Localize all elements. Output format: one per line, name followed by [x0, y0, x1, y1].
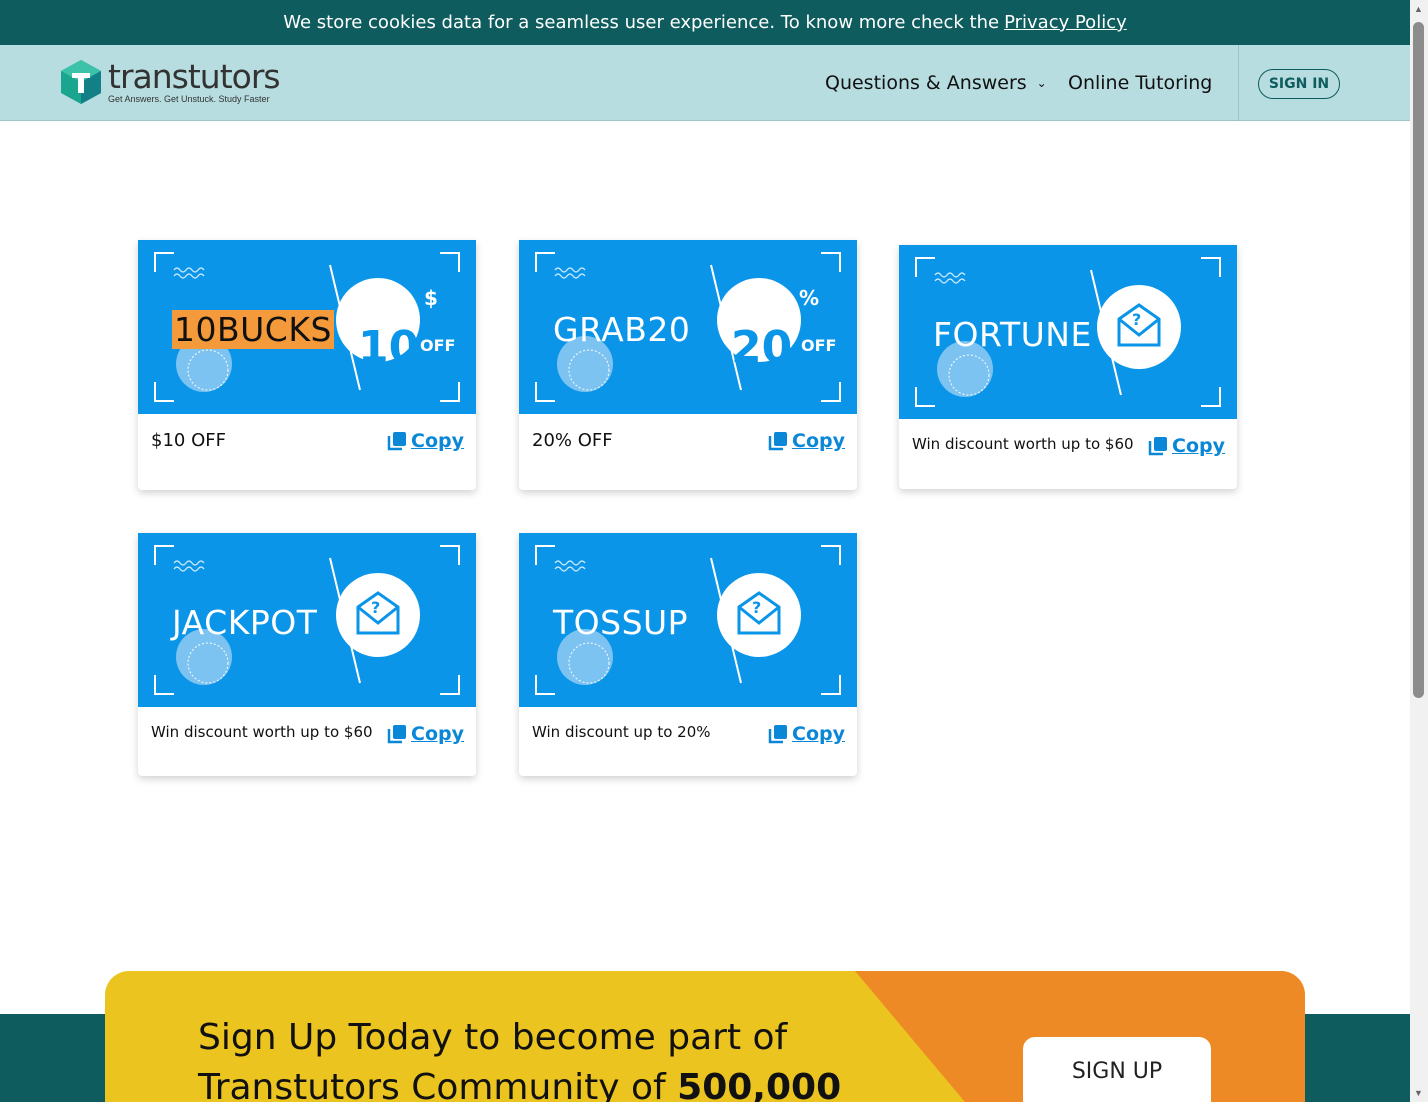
copy-label: Copy [792, 430, 845, 452]
coupon-description: Win discount worth up to $60 [912, 435, 1134, 453]
logo-hexagon-icon [60, 59, 102, 105]
nav-divider [1238, 45, 1239, 121]
coupon-card: 10BUCKS 10 $ OFF $10 OFF Copy [138, 240, 476, 490]
copy-label: Copy [792, 723, 845, 745]
coupon-code: TOSSUP [553, 603, 689, 642]
copy-label: Copy [411, 430, 464, 452]
copy-icon [387, 432, 407, 451]
cookie-banner: We store cookies data for a seamless use… [0, 0, 1410, 45]
chevron-down-icon: ⌄ [1036, 76, 1047, 90]
scroll-up-arrow-icon[interactable]: ▲ [1414, 4, 1423, 14]
nav-tutoring-label: Online Tutoring [1068, 72, 1213, 94]
coupon-code: FORTUNE [933, 315, 1092, 354]
coupon-badge-off: OFF [420, 336, 456, 355]
signup-promo: Sign Up Today to become part of Transtut… [105, 971, 1305, 1102]
coupon-banner: 10BUCKS 10 $ OFF [138, 240, 476, 414]
coupon-card: GRAB20 20 % OFF 20% OFF Copy [519, 240, 857, 490]
copy-button[interactable]: Copy [768, 430, 845, 452]
copy-label: Copy [1172, 435, 1225, 457]
copy-icon [387, 725, 407, 744]
coupon-description: Win discount up to 20% [532, 723, 711, 741]
copy-button[interactable]: Copy [387, 430, 464, 452]
coupon-card: ? FORTUNE Win discount worth up to $60 C… [899, 245, 1237, 489]
nav-questions-answers[interactable]: Questions & Answers ⌄ [825, 45, 1047, 121]
signup-line-2: Transtutors Community of 500,000 [198, 1063, 841, 1102]
coupon-code: 10BUCKS [172, 310, 334, 349]
coupon-banner: ? FORTUNE [899, 245, 1237, 419]
svg-text:?: ? [371, 598, 380, 617]
coupon-description: Win discount worth up to $60 [151, 723, 373, 741]
copy-button[interactable]: Copy [387, 723, 464, 745]
coupon-code: GRAB20 [553, 310, 691, 349]
transtutors-logo[interactable]: transtutors Get Answers. Get Unstuck. St… [60, 56, 281, 107]
privacy-policy-link[interactable]: Privacy Policy [1004, 12, 1127, 33]
coupon-badge-unit: % [799, 286, 820, 310]
copy-button[interactable]: Copy [1148, 435, 1225, 457]
coupon-card: ? JACKPOT Win discount worth up to $60 C… [138, 533, 476, 776]
svg-text:?: ? [1132, 310, 1141, 329]
signup-headline: Sign Up Today to become part of Transtut… [198, 1013, 841, 1102]
coupon-code: JACKPOT [172, 603, 318, 642]
coupon-banner: GRAB20 20 % OFF [519, 240, 857, 414]
sign-up-button[interactable]: SIGN UP [1023, 1037, 1211, 1102]
signup-line-1: Sign Up Today to become part of [198, 1017, 788, 1058]
coupon-banner: ? TOSSUP [519, 533, 857, 707]
coupon-description: $10 OFF [151, 430, 226, 451]
signup-member-count: 500,000 [677, 1067, 842, 1102]
coupon-badge-value: 10 [358, 322, 420, 373]
coupon-banner: ? JACKPOT [138, 533, 476, 707]
copy-icon [768, 432, 788, 451]
nav-qa-label: Questions & Answers [825, 72, 1027, 94]
svg-text:?: ? [752, 598, 761, 617]
copy-button[interactable]: Copy [768, 723, 845, 745]
coupon-badge-value: 20 [731, 322, 793, 373]
scroll-thumb[interactable] [1413, 22, 1424, 698]
coupon-card: ? TOSSUP Win discount up to 20% Copy [519, 533, 857, 776]
coupon-badge-off: OFF [801, 336, 837, 355]
signup-line-2-prefix: Transtutors Community of [198, 1067, 666, 1102]
copy-icon [1148, 437, 1168, 456]
nav-online-tutoring[interactable]: Online Tutoring [1068, 45, 1212, 121]
copy-icon [768, 725, 788, 744]
coupon-description: 20% OFF [532, 430, 613, 451]
copy-label: Copy [411, 723, 464, 745]
sign-in-button[interactable]: SIGN IN [1258, 69, 1340, 99]
logo-tagline: Get Answers. Get Unstuck. Study Faster [108, 93, 270, 104]
coupon-badge-unit: $ [424, 286, 438, 310]
cookie-message: We store cookies data for a seamless use… [283, 12, 1000, 33]
scroll-down-arrow-icon[interactable]: ▼ [1414, 1088, 1423, 1098]
logo-wordmark: transtutors [108, 56, 281, 96]
site-header: transtutors Get Answers. Get Unstuck. St… [0, 45, 1410, 121]
page-scrollbar[interactable]: ▲ ▼ [1410, 0, 1428, 1102]
